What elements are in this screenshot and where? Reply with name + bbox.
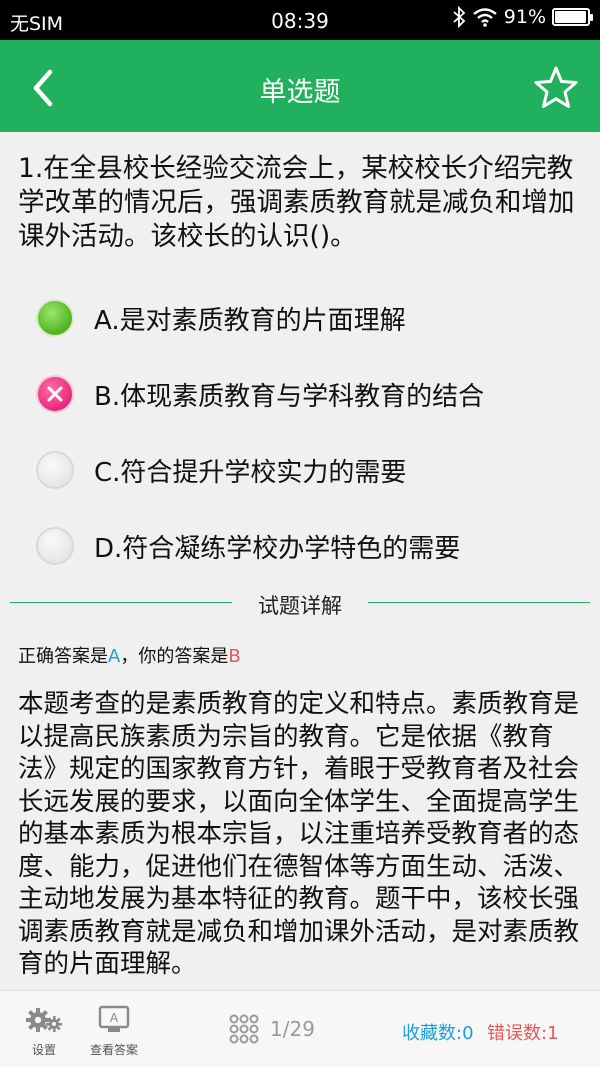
option-wrong-indicator: [36, 375, 74, 413]
close-icon: [47, 386, 63, 402]
option-d-label: D.符合凝练学校办学特色的需要: [94, 533, 461, 564]
bottom-toolbar: 设置 A 查看答案 1/29 收藏数:0 错误数:1: [0, 990, 600, 1067]
battery-icon: [552, 8, 593, 26]
option-c-label: C.符合提升学校实力的需要: [94, 457, 407, 488]
option-c[interactable]: C.符合提升学校实力的需要: [36, 442, 586, 498]
option-radio: [36, 527, 74, 565]
settings-button[interactable]: 设置: [24, 1005, 64, 1058]
answer-middle: ，你的答案是: [120, 646, 229, 667]
user-answer: B: [228, 646, 241, 667]
option-b-label: B.体现素质教育与学科教育的结合: [94, 381, 485, 412]
question-text: 1.在全县校长经验交流会上，某校校长介绍完教学改革的情况后，强调素质教育就是减负…: [18, 153, 575, 252]
correct-answer: A: [108, 646, 121, 667]
answer-prefix: 正确答案是: [18, 646, 108, 667]
option-correct-indicator: [36, 299, 74, 337]
question-grid-icon[interactable]: [228, 1013, 260, 1045]
explanation-text: 本题考查的是素质教育的定义和特点。素质教育是以提高民族素质为宗旨的教育。它是依据…: [18, 689, 580, 979]
page-indicator[interactable]: 1/29: [270, 1017, 315, 1041]
page-title: 单选题: [259, 77, 341, 108]
answer-summary: 正确答案是A，你的答案是B: [18, 642, 241, 668]
option-a[interactable]: A.是对素质教育的片面理解: [36, 290, 586, 346]
explanation-divider: 试题详解: [10, 590, 590, 618]
wifi-icon: [473, 8, 497, 27]
option-d[interactable]: D.符合凝练学校办学特色的需要: [36, 518, 586, 574]
view-answer-label: 查看答案: [89, 1043, 138, 1057]
divider-line-right: [368, 602, 590, 603]
option-radio: [36, 451, 74, 489]
option-b[interactable]: B.体现素质教育与学科教育的结合: [36, 366, 586, 422]
explanation-section-title: 试题详解: [258, 594, 342, 618]
status-bar: 无SIM 08:39 91%: [0, 0, 600, 40]
app-header: 单选题: [0, 40, 600, 132]
favorites-count[interactable]: 收藏数:0: [402, 1019, 474, 1045]
svg-text:A: A: [110, 1011, 119, 1025]
battery-percent: 91%: [503, 6, 546, 28]
option-a-label: A.是对素质教育的片面理解: [94, 305, 406, 336]
star-outline-icon[interactable]: [532, 64, 580, 112]
view-answer-button[interactable]: A 查看答案: [84, 1005, 144, 1058]
errors-count[interactable]: 错误数:1: [487, 1019, 559, 1045]
answer-card-icon: A: [98, 1005, 130, 1032]
bluetooth-icon: [453, 6, 466, 28]
battery-fill: [555, 11, 586, 23]
settings-label: 设置: [31, 1043, 56, 1057]
status-right: 91%: [452, 6, 593, 28]
gear-icon: [26, 1008, 62, 1032]
